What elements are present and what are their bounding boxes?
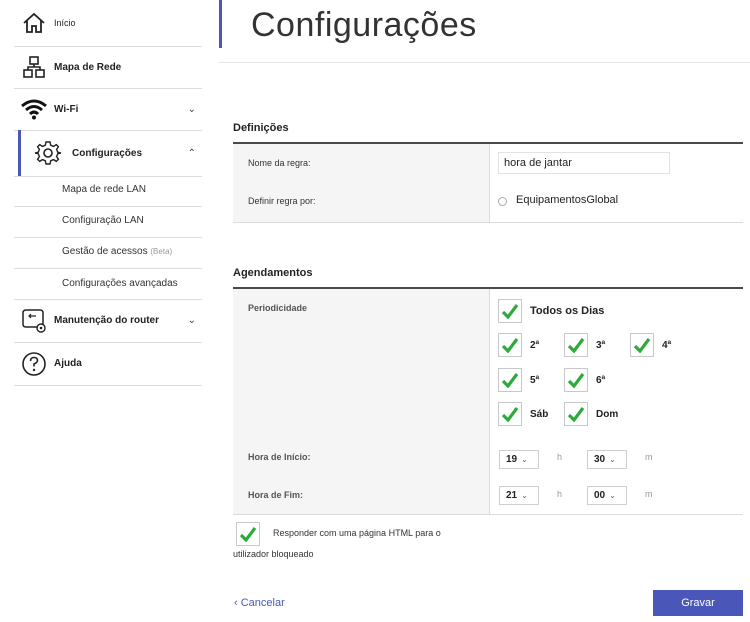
- sidebar-subitem-mapa-lan[interactable]: Mapa de rede LAN: [14, 176, 202, 207]
- checkbox-day-sab[interactable]: Sáb: [498, 402, 548, 426]
- sidebar-subitem-label: Configurações avançadas: [62, 278, 178, 289]
- gear-icon: [28, 140, 68, 166]
- checkbox-label: 5ª: [530, 374, 540, 386]
- title-accent-bar: [219, 0, 222, 48]
- sidebar-subitem-label: Gestão de acessos: [62, 246, 148, 257]
- end-hour-select[interactable]: 21 ⌄: [499, 486, 539, 505]
- start-hour-select[interactable]: 19 ⌄: [499, 450, 539, 469]
- define-by-cell: EquipamentosGlobal: [489, 182, 743, 222]
- chevron-down-icon[interactable]: ⌄: [188, 315, 196, 326]
- respond-html-checkbox[interactable]: [236, 522, 260, 547]
- select-value: 00: [594, 490, 606, 501]
- rule-name-label: Nome da regra:: [248, 158, 311, 168]
- router-maintenance-icon: [14, 307, 54, 335]
- checkmark-icon: [564, 333, 588, 357]
- end-time-label: Hora de Fim:: [248, 490, 304, 500]
- sidebar-item-label: Wi-Fi: [54, 103, 79, 115]
- checkbox-label: Todos os Dias: [530, 305, 605, 317]
- sidebar-subitem-configuracao-lan[interactable]: Configuração LAN: [14, 206, 202, 238]
- checkmark-icon: [498, 299, 522, 323]
- active-indicator: [18, 130, 21, 176]
- sidebar-item-label: Configurações: [72, 147, 143, 159]
- sidebar-item-ajuda[interactable]: Ajuda: [14, 342, 202, 386]
- checkbox-label: 6ª: [596, 374, 606, 386]
- respond-label-line1: Responder com uma página HTML para o: [273, 528, 441, 538]
- select-value: 19: [506, 454, 518, 465]
- start-time-label: Hora de Início:: [248, 452, 311, 462]
- radio-button[interactable]: [498, 197, 507, 206]
- sidebar-item-configuracoes[interactable]: Configurações ⌃: [14, 130, 202, 177]
- checkmark-icon: [564, 368, 588, 392]
- sidebar-item-label: Início: [54, 18, 76, 28]
- chevron-down-icon: ⌄: [609, 455, 616, 464]
- rule-name-input[interactable]: hora de jantar: [498, 152, 670, 174]
- checkmark-icon: [498, 368, 522, 392]
- title-divider: [219, 62, 750, 63]
- section-title-agendamentos: Agendamentos: [233, 267, 313, 279]
- chevron-down-icon: ⌄: [521, 455, 528, 464]
- sidebar-item-manutencao[interactable]: Manutenção do router ⌄: [14, 299, 202, 343]
- sidebar-subitem-gestao-acessos[interactable]: Gestão de acessos (Beta): [14, 237, 202, 269]
- beta-badge: (Beta): [150, 247, 173, 256]
- checkbox-label: 3ª: [596, 339, 606, 351]
- checkbox-day-4[interactable]: 4ª: [630, 333, 671, 357]
- sidebar-subitem-label: Mapa de rede LAN: [62, 184, 146, 195]
- checkmark-icon: [498, 402, 522, 426]
- sidebar: Início Mapa de Rede Wi-Fi ⌄ Configuraçõe…: [14, 0, 202, 386]
- sidebar-item-label: Manutenção do router: [54, 315, 160, 326]
- home-icon: [14, 12, 54, 34]
- checkbox-day-2[interactable]: 2ª: [498, 333, 539, 357]
- select-value: 30: [594, 454, 606, 465]
- sidebar-subitem-config-avancadas[interactable]: Configurações avançadas: [14, 268, 202, 300]
- chevron-up-icon[interactable]: ⌃: [188, 148, 196, 159]
- start-time-row: Hora de Início:: [233, 436, 743, 477]
- help-icon: [14, 351, 54, 377]
- define-by-options[interactable]: EquipamentosGlobal: [516, 194, 618, 206]
- checkbox-label: Sáb: [530, 408, 549, 420]
- respond-label-line2: utilizador bloqueado: [233, 549, 314, 559]
- checkmark-icon: [630, 333, 654, 357]
- sidebar-item-mapa-de-rede[interactable]: Mapa de Rede: [14, 46, 202, 89]
- end-minute-select[interactable]: 00 ⌄: [587, 486, 627, 505]
- periodicity-row: Periodicidade: [233, 289, 743, 437]
- checkbox-day-6[interactable]: 6ª: [564, 368, 605, 392]
- define-by-row: Definir regra por: EquipamentosGlobal: [233, 182, 743, 223]
- network-map-icon: [14, 55, 54, 79]
- start-minute-select[interactable]: 30 ⌄: [587, 450, 627, 469]
- unit-minutes: m: [645, 452, 653, 462]
- end-time-row: Hora de Fim:: [233, 476, 743, 515]
- chevron-down-icon: ⌄: [609, 491, 616, 500]
- unit-minutes: m: [645, 489, 653, 499]
- rule-name-cell: hora de jantar: [489, 144, 743, 182]
- rule-name-row: Nome da regra: hora de jantar: [233, 144, 743, 183]
- select-value: 21: [506, 490, 518, 501]
- chevron-down-icon[interactable]: ⌄: [188, 104, 196, 115]
- save-button[interactable]: Gravar: [653, 590, 743, 616]
- chevron-down-icon: ⌄: [521, 491, 528, 500]
- cancel-link[interactable]: ‹ Cancelar: [234, 597, 285, 609]
- checkmark-icon: [498, 333, 522, 357]
- unit-hours: h: [557, 489, 563, 499]
- checkbox-label: Dom: [596, 408, 619, 420]
- checkbox-label: 2ª: [530, 339, 540, 351]
- page-title: Configurações: [251, 6, 477, 44]
- checkbox-todos-os-dias[interactable]: Todos os Dias: [498, 299, 604, 323]
- sidebar-item-label: Mapa de Rede: [54, 61, 122, 73]
- define-by-label: Definir regra por:: [248, 196, 316, 206]
- sidebar-item-inicio[interactable]: Início: [14, 0, 202, 47]
- checkbox-day-3[interactable]: 3ª: [564, 333, 605, 357]
- sidebar-subitem-label: Configuração LAN: [62, 215, 144, 226]
- checkbox-day-5[interactable]: 5ª: [498, 368, 539, 392]
- wifi-icon: [14, 98, 54, 120]
- checkbox-label: 4ª: [662, 339, 672, 351]
- unit-hours: h: [557, 452, 563, 462]
- section-title-definicoes: Definições: [233, 122, 289, 134]
- sidebar-item-wifi[interactable]: Wi-Fi ⌄: [14, 88, 202, 131]
- sidebar-item-label: Ajuda: [54, 358, 82, 369]
- checkmark-icon: [564, 402, 588, 426]
- checkmark-icon: [236, 522, 260, 546]
- periodicity-label: Periodicidade: [248, 303, 308, 313]
- checkbox-day-dom[interactable]: Dom: [564, 402, 618, 426]
